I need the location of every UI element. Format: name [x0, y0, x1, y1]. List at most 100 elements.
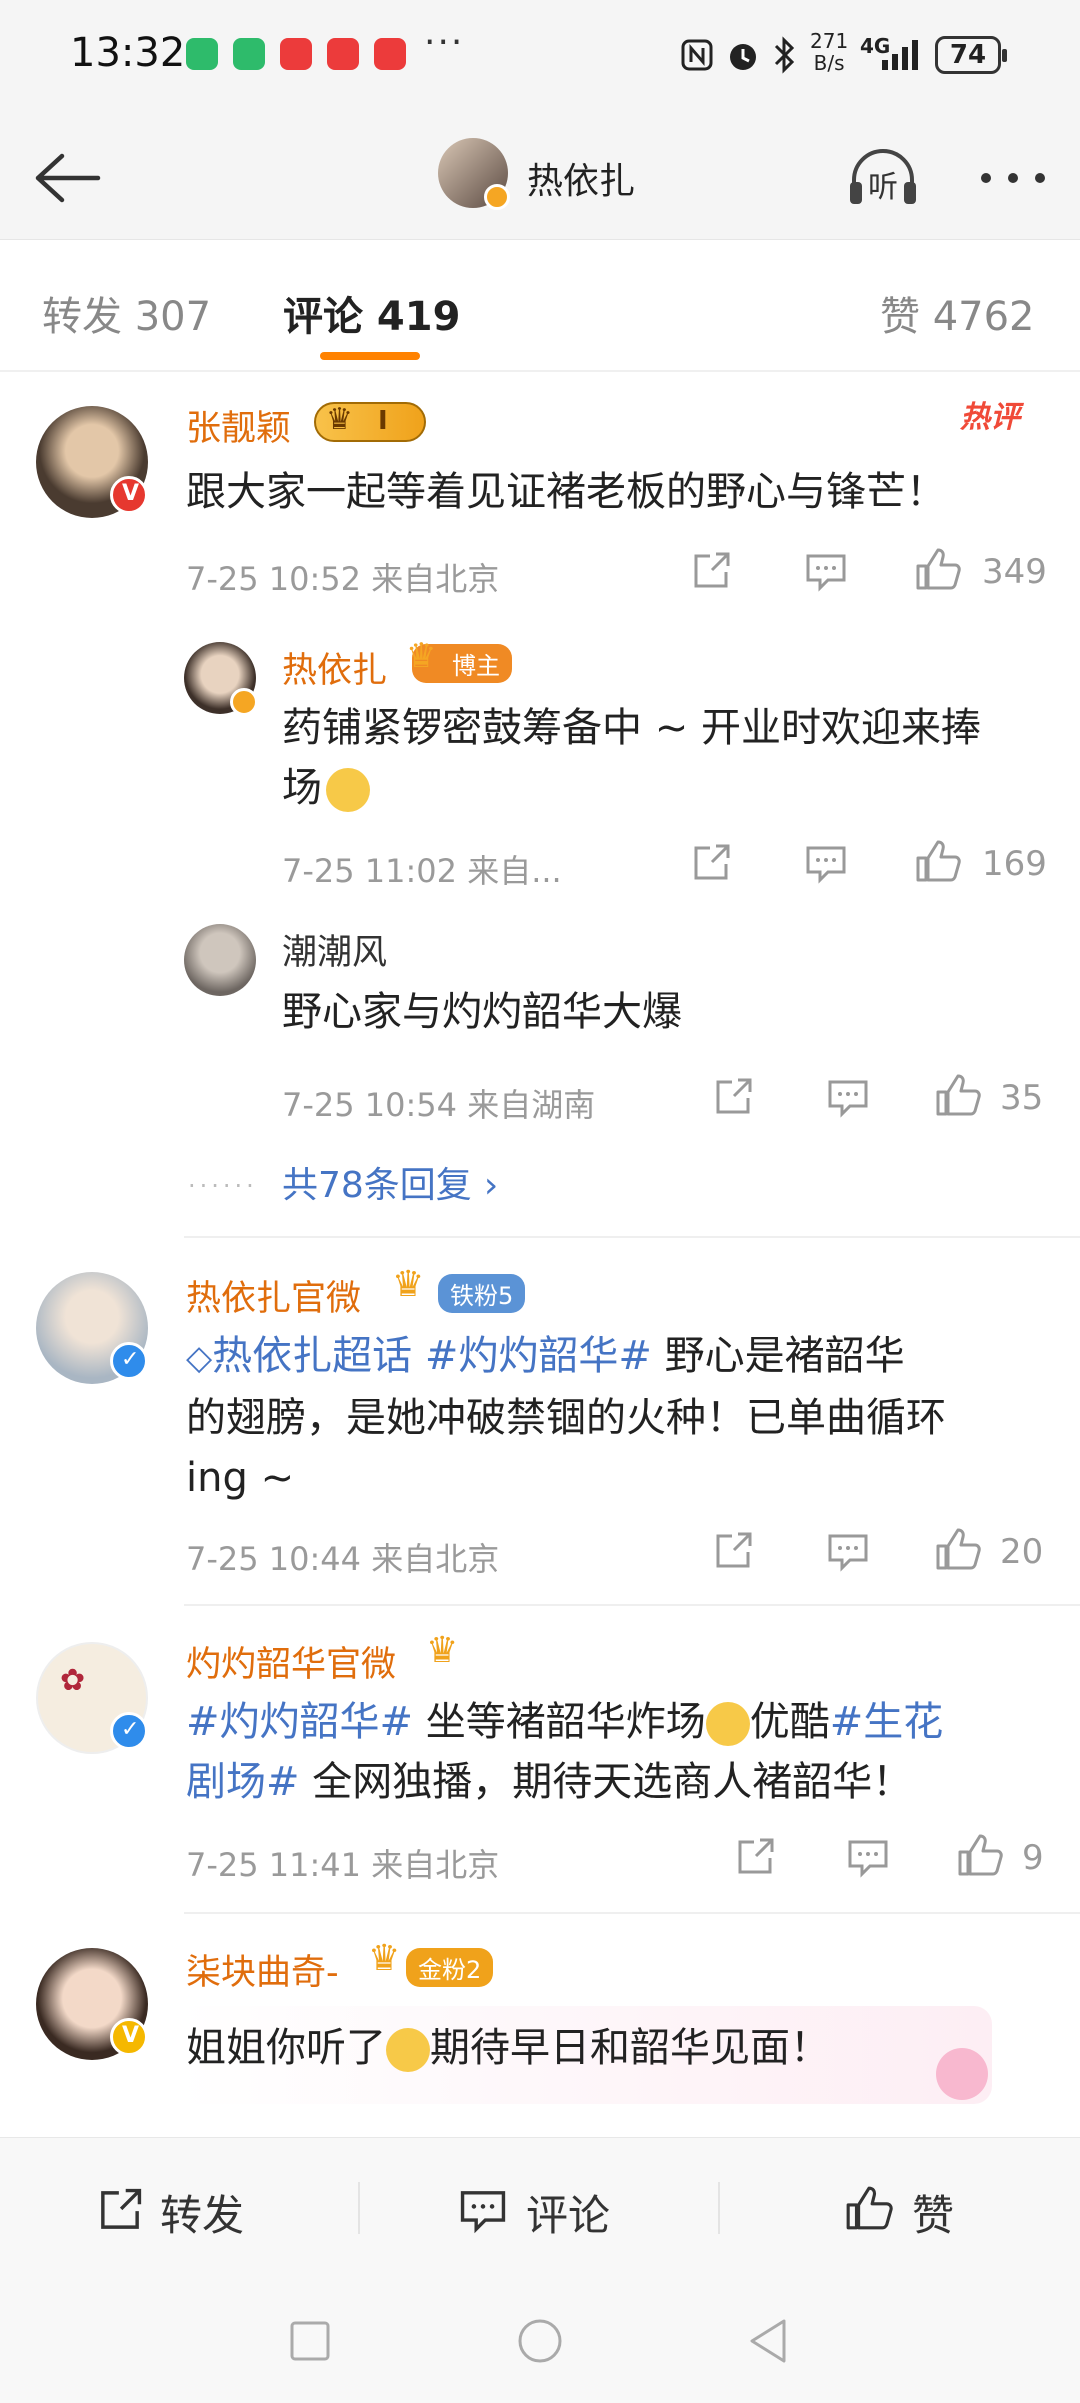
commenter-name[interactable]: 灼灼韶华官微: [186, 1636, 396, 1687]
bubble-decoration-icon: [936, 2048, 988, 2100]
reply-text: 药铺紧锣密鼓筹备中 ~ 开业时欢迎来捧 场: [282, 705, 981, 812]
app-notification-icon: [374, 38, 406, 70]
app-notification-icon: [186, 38, 218, 70]
like-count: 20: [1000, 1532, 1044, 1572]
like-icon[interactable]: [934, 1526, 982, 1572]
share-icon: [101, 2188, 142, 2229]
back-arrow-icon[interactable]: [28, 148, 104, 208]
share-icon[interactable]: [712, 1076, 754, 1118]
bottom-action-bar: 转发 评论 赞: [0, 2137, 1080, 2279]
like-icon[interactable]: [914, 546, 962, 592]
verified-gold-icon: [484, 184, 510, 210]
reply-icon[interactable]: [826, 1078, 870, 1118]
hashtag-link[interactable]: #灼灼韶华#: [186, 1699, 413, 1745]
network-speed: 271 B/s: [810, 29, 849, 75]
nfc-icon: [681, 39, 713, 71]
listen-label: 听: [868, 170, 898, 205]
alarm-icon: [730, 44, 756, 70]
comment-text: ◇热依扎超话 #灼灼韶华# 野心是褚韶华 的翅膀，是她冲破禁锢的火种！已单曲循环…: [186, 1333, 946, 1501]
commenter-name[interactable]: 张靓颖: [186, 400, 291, 451]
app-notification-icon: [280, 38, 312, 70]
share-icon[interactable]: [734, 1836, 776, 1878]
reply-author-name[interactable]: 潮潮风: [282, 924, 387, 975]
like-count: 169: [982, 844, 1047, 884]
page-title: 热依扎: [527, 161, 636, 202]
commenter-name[interactable]: 热依扎官微: [186, 1270, 361, 1321]
emoji-icon: [705, 1702, 750, 1746]
verified-blue-icon: ✓: [110, 1712, 148, 1750]
reply-avatar[interactable]: [184, 924, 256, 996]
crown-icon: ♛: [326, 402, 353, 437]
comment-meta: 7-25 10:52 来自北京: [186, 560, 500, 598]
reply-meta: 7-25 10:54 来自湖南: [282, 1086, 596, 1124]
chevron-right-icon: ›: [483, 1165, 499, 1206]
clock: 13:32: [70, 30, 186, 76]
share-icon[interactable]: [690, 842, 732, 884]
comment-text: 跟大家一起等着见证褚老板的野心与锋芒！: [186, 469, 946, 515]
recent-apps-icon[interactable]: [288, 2319, 332, 2363]
vip-verified-icon: V: [110, 476, 148, 514]
tab-bar: 转发 307 评论 419 赞 4762: [0, 240, 1080, 372]
like-icon[interactable]: [914, 838, 962, 884]
tab-comments[interactable]: 评论 419: [283, 284, 460, 342]
reply-meta: 7-25 11:02 来自...: [282, 852, 562, 890]
comment-item: ✓ 热依扎官微 ♛ 铁粉5 ◇热依扎超话 #灼灼韶华# 野心是褚韶华 的翅膀，是…: [0, 1238, 1080, 1604]
supertopic-link[interactable]: ◇热依扎超话: [186, 1333, 412, 1379]
share-icon[interactable]: [690, 550, 732, 592]
home-icon[interactable]: [516, 2317, 564, 2365]
emoji-icon: [326, 768, 370, 812]
reply-icon[interactable]: [846, 1838, 890, 1878]
crown-icon: ♛: [426, 1630, 459, 1671]
verified-blue-icon: ✓: [110, 1342, 148, 1380]
diamond-icon: ◇: [186, 1338, 213, 1378]
verified-gold-icon: [230, 688, 258, 716]
comment-item: ✿ ✓ 灼灼韶华官微 ♛ #灼灼韶华# 坐等褚韶华炸场 优酷#生花 剧场# 全网独…: [0, 1606, 1080, 1912]
reply-icon[interactable]: [804, 552, 848, 592]
like-icon[interactable]: [956, 1832, 1004, 1878]
comment-meta: 7-25 10:44 来自北京: [186, 1540, 500, 1578]
reply-text: 野心家与灼灼韶华大爆: [282, 989, 682, 1035]
tab-likes[interactable]: 赞 4762: [880, 284, 1035, 342]
verified-gold-icon: V: [110, 2018, 148, 2056]
app-notification-icon: [327, 38, 359, 70]
hashtag-link-continued[interactable]: 剧场#: [186, 1759, 300, 1805]
battery-indicator: 74: [935, 36, 1007, 74]
comment-text: #灼灼韶华# 坐等褚韶华炸场 优酷#生花 剧场# 全网独播，期待天选商人褚韶华！: [186, 1699, 944, 1805]
hashtag-link[interactable]: #灼灼韶华#: [425, 1333, 652, 1379]
separator: [718, 2182, 720, 2234]
crown-icon: ♛: [392, 1264, 425, 1305]
like-icon: [846, 2186, 893, 2230]
fan-badge: 金粉2: [406, 1948, 494, 1987]
hot-comment-label: 热评: [960, 400, 1020, 435]
reply-icon[interactable]: [804, 844, 848, 884]
fan-badge: 铁粉5: [438, 1274, 526, 1313]
signal-icon: [882, 40, 918, 70]
comment-icon: [460, 2191, 506, 2234]
emoji-icon: [386, 2028, 430, 2072]
reply-icon[interactable]: [826, 1532, 870, 1572]
more-replies-link[interactable]: 共78条回复 ›: [282, 1156, 498, 1208]
active-tab-indicator: [320, 352, 420, 360]
hashtag-link[interactable]: #生花: [830, 1699, 944, 1745]
commenter-name[interactable]: 柒块曲奇-: [186, 1944, 339, 1995]
comment-item: V 柒块曲奇- ♛ 金粉2 姐姐你听了 期待早日和韶华见面！: [0, 1914, 1080, 2136]
share-icon[interactable]: [712, 1530, 754, 1572]
status-bar: 13:32 ··· 271 B/s 4G 74: [0, 0, 1080, 112]
comment-text: 姐姐你听了 期待早日和韶华见面！: [186, 2025, 830, 2072]
listen-button[interactable]: 听: [846, 148, 920, 210]
comment-item: V 张靓颖 ♛ I 热评 跟大家一起等着见证褚老板的野心与锋芒！ 7-25 10…: [0, 372, 1080, 1232]
crown-icon: ♛: [406, 636, 437, 676]
thread-dots: ······: [188, 1172, 258, 1200]
logo-mark: ✿: [60, 1663, 86, 1698]
system-navigation-bar: [0, 2279, 1080, 2403]
member-level-badge: ♛ I: [314, 402, 426, 442]
back-triangle-icon[interactable]: [746, 2317, 790, 2365]
reply-author-name[interactable]: 热依扎: [282, 642, 387, 693]
separator: [358, 2182, 360, 2234]
tab-reposts[interactable]: 转发 307: [42, 284, 211, 342]
like-icon[interactable]: [934, 1072, 982, 1118]
more-options-icon[interactable]: [978, 170, 1048, 186]
more-notifications-icon: ···: [424, 22, 465, 63]
app-notification-icon: [233, 38, 265, 70]
bluetooth-icon: [774, 36, 795, 74]
